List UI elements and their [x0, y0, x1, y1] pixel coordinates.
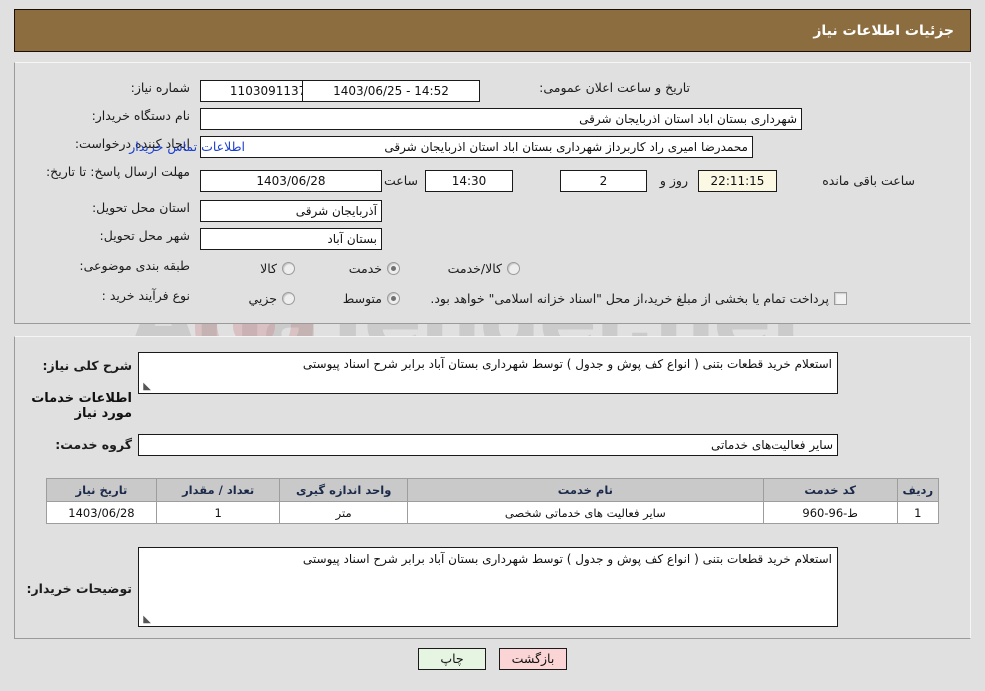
column-header-qty: تعداد / مقدار	[155, 478, 281, 502]
radio-circle-kala[interactable]	[282, 262, 295, 275]
category-radio-kala[interactable]: کالا	[260, 261, 295, 276]
delivery-city-value: بستان آباد	[200, 228, 382, 250]
deadline-time-label: ساعت	[383, 173, 418, 188]
requester-value: محمدرضا امیری راد کاربرداز شهرداری بستان…	[200, 136, 753, 158]
announce-datetime-value: 14:52 - 1403/06/25	[302, 80, 480, 102]
buyer-contact-link[interactable]: اطلاعات تماس خریدار	[129, 139, 245, 154]
buyer-org-value: شهرداری بستان اباد استان اذربایجان شرقی	[200, 108, 802, 130]
delivery-city-label: شهر محل تحویل:	[99, 228, 190, 243]
table-header-row: ردیف کد خدمت نام خدمت واحد اندازه گیری ت…	[46, 478, 940, 502]
deadline-countdown-unit-label: ساعت باقی مانده	[822, 173, 915, 188]
description-textarea[interactable]: استعلام خرید قطعات بتنی ( انواع کف پوش و…	[138, 352, 838, 394]
delivery-province-value: آذربایجان شرقی	[200, 200, 382, 222]
treasury-note-label: پرداخت تمام یا بخشی از مبلغ خرید،از محل …	[430, 291, 829, 306]
service-group-label: گروه خدمت:	[55, 437, 132, 452]
service-group-value: سایر فعالیت‌های خدماتی	[138, 434, 838, 456]
deadline-time-value: 14:30	[425, 170, 513, 192]
column-header-date: تاریخ نیاز	[46, 478, 157, 502]
description-label: شرح کلی نیاز:	[42, 358, 132, 373]
treasury-note-checkbox[interactable]	[834, 292, 847, 305]
column-header-unit: واحد اندازه گیری	[279, 478, 408, 502]
description-value: استعلام خرید قطعات بتنی ( انواع کف پوش و…	[302, 357, 832, 371]
treasury-note-checkbox-group[interactable]: پرداخت تمام یا بخشی از مبلغ خرید،از محل …	[430, 291, 847, 306]
column-header-name: نام خدمت	[406, 478, 764, 502]
deadline-label: مهلت ارسال پاسخ: تا تاریخ:	[45, 164, 190, 179]
print-button[interactable]: چاپ	[418, 648, 486, 670]
cell-date: 1403/06/28	[46, 501, 157, 524]
category-label: طبقه بندی موضوعی:	[79, 258, 190, 273]
radio-circle-kala-khedmat[interactable]	[507, 262, 520, 275]
column-header-code: کد خدمت	[762, 478, 898, 502]
deadline-days-unit-label: روز و	[659, 173, 688, 188]
radio-circle-motevaset[interactable]	[387, 292, 400, 305]
page-header: جزئیات اطلاعات نیاز	[14, 9, 971, 52]
category-option-label-1: خدمت	[348, 261, 382, 276]
category-radio-kala-khedmat[interactable]: کالا/خدمت	[448, 261, 520, 276]
cell-unit: متر	[279, 501, 408, 524]
deadline-days-value: 2	[560, 170, 647, 192]
deadline-countdown-value: 22:11:15	[698, 170, 777, 192]
resize-grip-icon[interactable]: ◣	[141, 382, 151, 392]
need-info-panel	[14, 62, 971, 324]
category-option-label-2: کالا/خدمت	[447, 261, 502, 276]
radio-circle-khedmat[interactable]	[387, 262, 400, 275]
cell-radif: 1	[896, 501, 940, 524]
process-type-option-label-1: متوسط	[342, 291, 382, 306]
cell-name: سایر فعالیت های خدماتی شخصی	[406, 501, 764, 524]
service-items-table: ردیف کد خدمت نام خدمت واحد اندازه گیری ت…	[46, 478, 940, 524]
process-type-label: نوع فرآیند خرید :	[101, 288, 190, 303]
radio-circle-jozi[interactable]	[282, 292, 295, 305]
buyer-notes-label: توضیحات خریدار:	[26, 581, 132, 596]
buyer-notes-textarea[interactable]: استعلام خرید قطعات بتنی ( انواع کف پوش و…	[138, 547, 838, 627]
back-button[interactable]: بازگشت	[499, 648, 567, 670]
buyer-org-label: نام دستگاه خریدار:	[91, 108, 190, 123]
table-row: 1 ط-96-960 سایر فعالیت های خدماتی شخصی م…	[46, 501, 940, 524]
process-type-radio-jozi[interactable]: جزیي	[248, 291, 295, 306]
footer-actions: بازگشت چاپ	[0, 648, 985, 670]
delivery-province-label: استان محل تحویل:	[91, 200, 190, 215]
category-option-label-0: کالا	[260, 261, 277, 276]
need-number-label: شماره نیاز:	[130, 80, 190, 95]
services-section-heading: اطلاعات خدمات مورد نیاز	[31, 391, 132, 421]
process-type-option-label-0: جزیي	[248, 291, 277, 306]
column-header-radif: ردیف	[896, 478, 940, 502]
resize-grip-icon-notes[interactable]: ◣	[141, 615, 151, 625]
cell-code: ط-96-960	[762, 501, 898, 524]
process-type-radio-motevaset[interactable]: متوسط	[343, 291, 400, 306]
cell-qty: 1	[155, 501, 281, 524]
buyer-notes-value: استعلام خرید قطعات بتنی ( انواع کف پوش و…	[302, 552, 832, 566]
announce-datetime-label: تاریخ و ساعت اعلان عمومی:	[539, 80, 690, 95]
category-radio-khedmat[interactable]: خدمت	[349, 261, 400, 276]
deadline-date-value: 1403/06/28	[200, 170, 382, 192]
page-title: جزئیات اطلاعات نیاز	[813, 22, 954, 39]
